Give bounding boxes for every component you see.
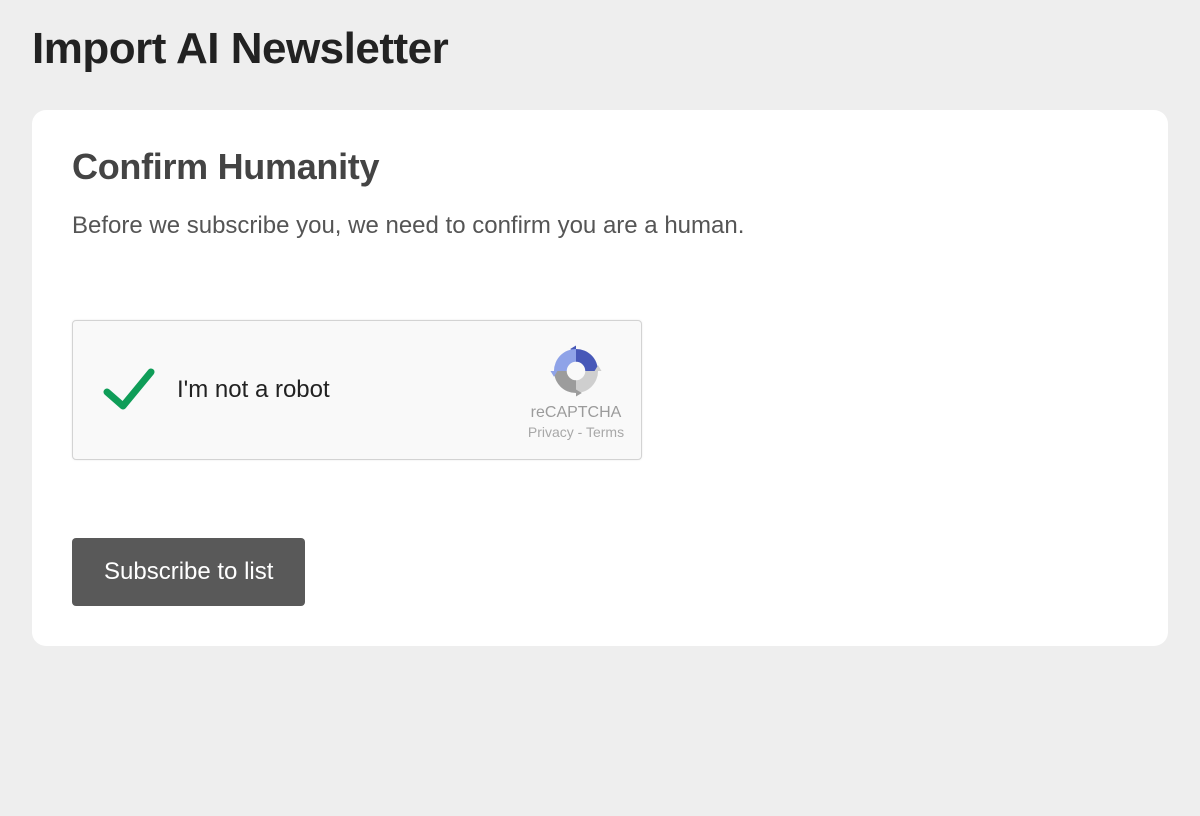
recaptcha-logo-icon [547, 342, 605, 400]
confirm-humanity-card: Confirm Humanity Before we subscribe you… [32, 110, 1168, 646]
page-title: Import AI Newsletter [32, 24, 1168, 74]
recaptcha-label: I'm not a robot [177, 376, 330, 404]
recaptcha-links: Privacy - Terms [528, 424, 624, 440]
recaptcha-brand-text: reCAPTCHA [531, 404, 622, 422]
recaptcha-widget[interactable]: I'm not a robot [72, 320, 642, 460]
card-heading: Confirm Humanity [72, 146, 1128, 188]
recaptcha-checkbox-area[interactable]: I'm not a robot [73, 321, 511, 459]
recaptcha-privacy-link[interactable]: Privacy [528, 424, 574, 440]
recaptcha-branding: reCAPTCHA Privacy - Terms [511, 321, 641, 459]
card-description: Before we subscribe you, we need to conf… [72, 212, 1128, 240]
checkmark-icon [97, 358, 161, 422]
recaptcha-terms-link[interactable]: Terms [586, 424, 624, 440]
recaptcha-link-separator: - [574, 424, 586, 440]
subscribe-button[interactable]: Subscribe to list [72, 538, 305, 606]
